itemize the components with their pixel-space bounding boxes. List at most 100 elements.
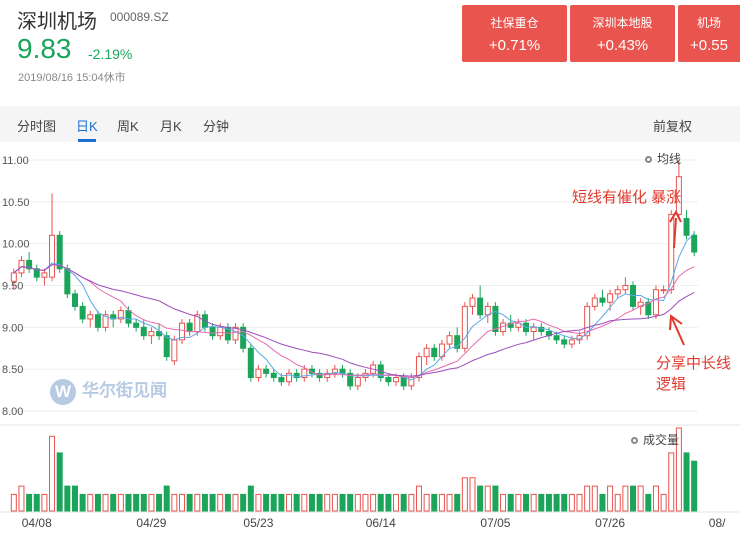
candle-body	[247, 347, 254, 379]
candle-body	[10, 272, 17, 282]
volume-bar	[125, 493, 132, 512]
volume-bar	[691, 460, 698, 512]
volume-bar	[530, 493, 537, 512]
x-tick-label: 08/	[709, 516, 726, 530]
volume-bar	[446, 493, 453, 512]
candle-body	[668, 213, 675, 291]
candle-body	[446, 335, 453, 345]
candle-body	[217, 326, 224, 337]
candle-body	[209, 326, 216, 337]
candle-body	[477, 297, 484, 316]
volume-bar	[591, 485, 598, 512]
candle-body	[186, 322, 193, 333]
volume-bar	[431, 493, 438, 512]
ma-legend[interactable]: 均线	[645, 150, 681, 167]
candle-body	[232, 326, 239, 341]
candle-body	[568, 339, 575, 345]
candle-body	[530, 326, 537, 333]
x-tick-label: 07/05	[480, 516, 510, 530]
candle-body	[71, 293, 78, 307]
candle-body	[354, 377, 361, 387]
candle-body	[614, 289, 621, 295]
candle-body	[79, 305, 86, 320]
volume-bar	[255, 493, 262, 512]
volume-bar	[385, 493, 392, 512]
x-tick-label: 07/26	[595, 516, 625, 530]
radio-icon	[645, 156, 652, 164]
candle-body	[385, 377, 392, 383]
volume-bar	[324, 493, 331, 512]
volume-bar	[224, 493, 231, 512]
candle-body	[49, 234, 56, 278]
volume-bar	[630, 485, 637, 512]
candle-body	[133, 322, 140, 328]
volume-bar	[26, 493, 33, 512]
volume-bar	[117, 493, 124, 512]
volume-legend[interactable]: 成交量	[631, 431, 679, 448]
volume-bar	[209, 493, 216, 512]
candle-body	[163, 335, 170, 358]
volume-bar	[94, 493, 101, 512]
volume-bar	[64, 485, 71, 512]
volume-bar	[515, 493, 522, 512]
volume-bar	[660, 493, 667, 512]
y-tick-label: 9.00	[2, 322, 23, 334]
candle-body	[660, 289, 667, 292]
volume-bar	[270, 493, 277, 512]
volume-bar	[263, 493, 270, 512]
volume-bar	[622, 485, 629, 512]
volume-bar	[278, 493, 285, 512]
volume-bar	[10, 493, 17, 512]
volume-bar	[652, 485, 659, 512]
volume-bar	[683, 452, 690, 512]
candle-body	[41, 272, 48, 278]
candle-body	[683, 218, 690, 236]
volume-bar	[156, 493, 163, 512]
kline-chart[interactable]: 11.00 10.50 10.00 9.50 9.00 8.50 8.00 04/08 04/2…	[0, 0, 740, 539]
volume-bar	[607, 485, 614, 512]
candle-body	[599, 297, 606, 303]
annotation-long-term-1: 分享中长线	[656, 355, 732, 372]
candle-body	[278, 377, 285, 383]
volume-bar	[545, 493, 552, 512]
candle-body	[492, 305, 499, 333]
candle-body	[255, 368, 262, 379]
volume-bar	[370, 493, 377, 512]
volume-bar	[362, 493, 369, 512]
y-tick-label: 9.50	[2, 281, 23, 293]
volume-bar	[293, 493, 300, 512]
volume-bar	[56, 452, 63, 512]
volume-bar	[347, 493, 354, 512]
watermark: W 华尔街见闻	[50, 376, 167, 405]
candle-body	[423, 347, 430, 358]
volume-bar	[599, 493, 606, 512]
volume-bar	[415, 485, 422, 512]
x-tick-label: 04/29	[136, 516, 166, 530]
ma10-line	[13, 264, 695, 379]
candle-body	[171, 339, 178, 362]
volume-bar	[469, 477, 476, 512]
x-tick-label: 05/23	[243, 516, 273, 530]
volume-bar	[492, 485, 499, 512]
candle-body	[553, 335, 560, 341]
volume-bar	[163, 485, 170, 512]
candle-body	[622, 285, 629, 291]
volume-bar	[140, 493, 147, 512]
candle-body	[652, 289, 659, 316]
volume-bar	[477, 485, 484, 512]
volume-bar	[194, 493, 201, 512]
volume-bar	[637, 485, 644, 512]
volume-bar	[18, 485, 25, 512]
volume-bar	[568, 493, 575, 512]
volume-bar	[523, 493, 529, 512]
volume-bar	[87, 493, 94, 512]
volume-bar	[247, 485, 254, 512]
volume-bar	[408, 493, 415, 512]
x-tick-label: 04/08	[22, 516, 52, 530]
annotation-arrow-down	[669, 314, 685, 346]
y-tick-label: 11.00	[2, 155, 29, 167]
candle-body	[140, 326, 147, 337]
candle-body	[431, 347, 438, 358]
volume-bar	[148, 493, 155, 512]
radio-icon	[631, 437, 638, 445]
